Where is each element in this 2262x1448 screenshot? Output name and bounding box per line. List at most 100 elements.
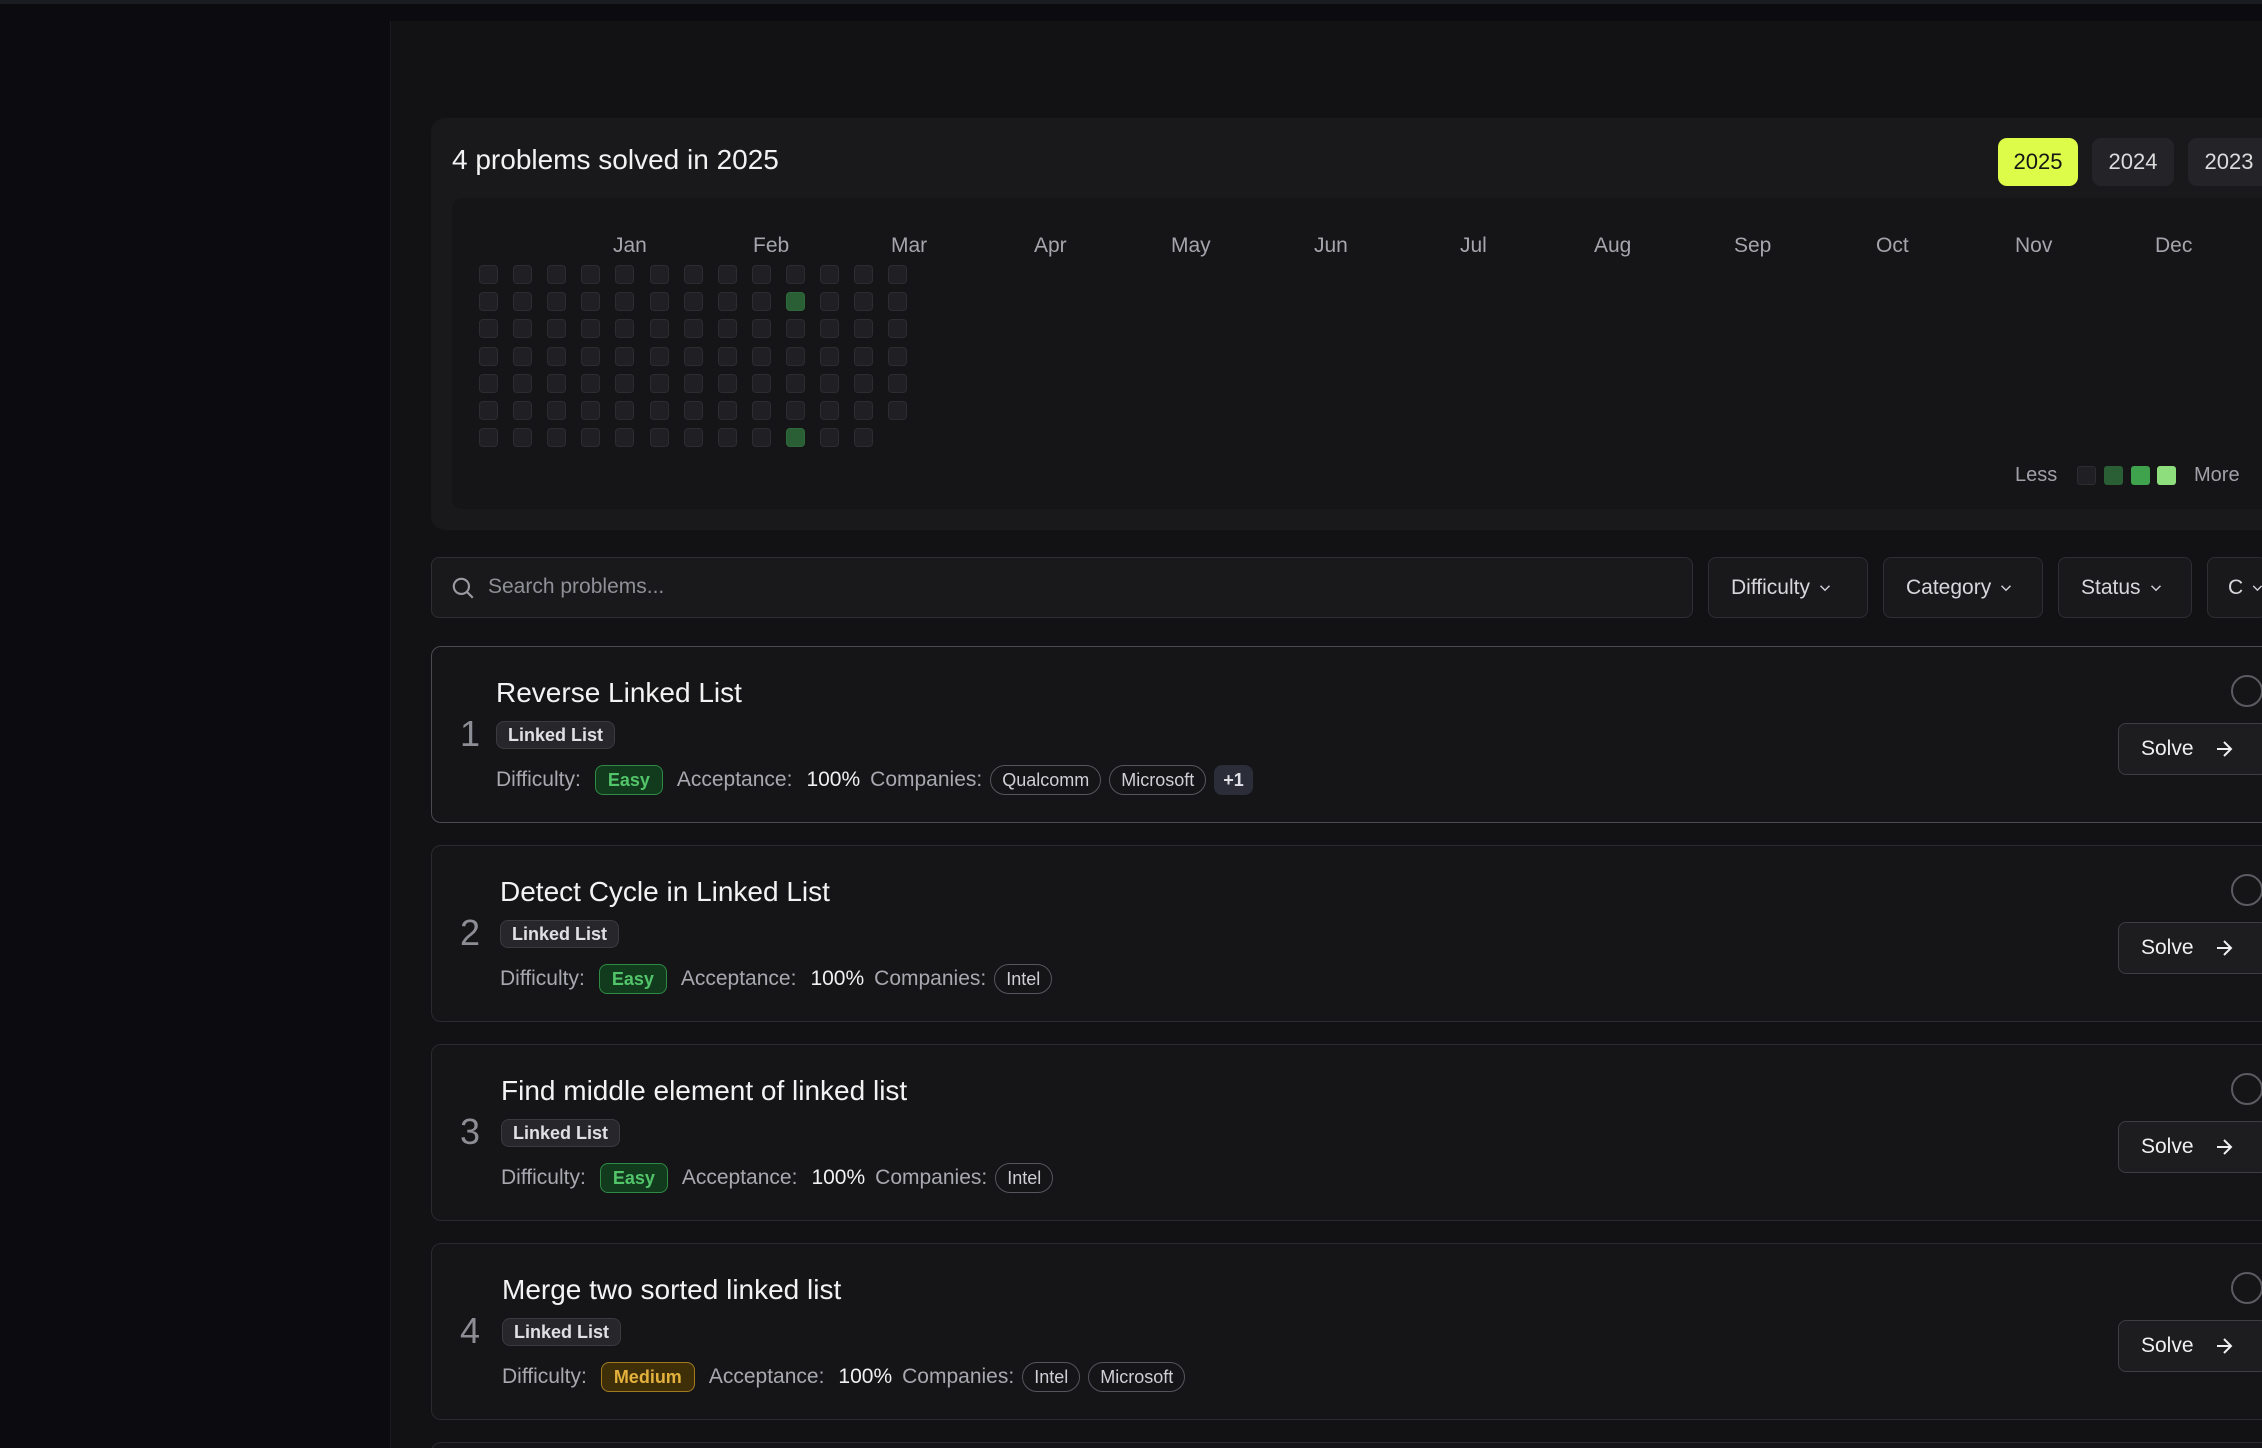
heatmap-day-cell[interactable] — [649, 319, 669, 339]
heatmap-day-cell[interactable] — [649, 401, 669, 420]
heatmap-day-cell[interactable] — [820, 346, 839, 366]
problem-title[interactable]: Reverse Linked List — [496, 677, 742, 709]
heatmap-day-cell[interactable] — [751, 401, 771, 420]
heatmap-day-cell[interactable] — [717, 346, 737, 366]
heatmap-day-cell[interactable] — [888, 319, 908, 339]
heatmap-day-cell[interactable] — [717, 428, 737, 448]
heatmap-day-cell[interactable] — [615, 319, 635, 339]
heatmap-day-cell[interactable] — [785, 292, 805, 312]
problem-card[interactable]: 4 Merge two sorted linked list Linked Li… — [431, 1243, 2262, 1420]
heatmap-day-cell[interactable] — [717, 373, 737, 393]
heatmap-day-cell[interactable] — [547, 265, 567, 284]
heatmap-day-cell[interactable] — [615, 401, 635, 420]
heatmap-day-cell[interactable] — [820, 319, 839, 339]
heatmap-day-cell[interactable] — [888, 292, 908, 312]
heatmap-day-cell[interactable] — [820, 292, 839, 312]
solve-button[interactable]: Solve — [2118, 922, 2262, 974]
heatmap-day-cell[interactable] — [479, 265, 498, 284]
heatmap-day-cell[interactable] — [888, 373, 908, 393]
heatmap-day-cell[interactable] — [581, 346, 601, 366]
heatmap-day-cell[interactable] — [854, 428, 874, 448]
heatmap-day-cell[interactable] — [479, 373, 498, 393]
heatmap-day-cell[interactable] — [751, 346, 771, 366]
heatmap-day-cell[interactable] — [649, 292, 669, 312]
heatmap-day-cell[interactable] — [854, 373, 874, 393]
heatmap-day-cell[interactable] — [820, 428, 839, 448]
heatmap-day-cell[interactable] — [888, 401, 908, 420]
heatmap-day-cell[interactable] — [547, 346, 567, 366]
heatmap-day-cell[interactable] — [513, 346, 533, 366]
heatmap-day-cell[interactable] — [615, 265, 635, 284]
heatmap-day-cell[interactable] — [479, 401, 498, 420]
status-filter[interactable]: Status — [2058, 557, 2192, 618]
solve-button[interactable]: Solve — [2118, 723, 2262, 775]
heatmap-day-cell[interactable] — [513, 401, 533, 420]
heatmap-day-cell[interactable] — [717, 265, 737, 284]
heatmap-day-cell[interactable] — [854, 319, 874, 339]
heatmap-day-cell[interactable] — [649, 428, 669, 448]
heatmap-day-cell[interactable] — [785, 401, 805, 420]
heatmap-day-cell[interactable] — [785, 346, 805, 366]
heatmap-day-cell[interactable] — [717, 292, 737, 312]
solve-button[interactable]: Solve — [2118, 1121, 2262, 1173]
year-button-2023[interactable]: 2023 — [2188, 138, 2262, 186]
heatmap-day-cell[interactable] — [751, 319, 771, 339]
status-circle-icon[interactable] — [2231, 675, 2262, 707]
heatmap-day-cell[interactable] — [785, 373, 805, 393]
heatmap-day-cell[interactable] — [479, 292, 498, 312]
heatmap-day-cell[interactable] — [854, 292, 874, 312]
problem-card[interactable]: 2 Detect Cycle in Linked List Linked Lis… — [431, 845, 2262, 1022]
heatmap-day-cell[interactable] — [513, 292, 533, 312]
problem-card[interactable]: 3 Find middle element of linked list Lin… — [431, 1044, 2262, 1221]
heatmap-day-cell[interactable] — [888, 346, 908, 366]
heatmap-day-cell[interactable] — [547, 292, 567, 312]
heatmap-day-cell[interactable] — [513, 428, 533, 448]
heatmap-day-cell[interactable] — [820, 373, 839, 393]
year-button-2024[interactable]: 2024 — [2092, 138, 2174, 186]
heatmap-day-cell[interactable] — [649, 346, 669, 366]
heatmap-day-cell[interactable] — [547, 373, 567, 393]
heatmap-day-cell[interactable] — [683, 428, 703, 448]
heatmap-day-cell[interactable] — [785, 428, 805, 448]
heatmap-day-cell[interactable] — [820, 401, 839, 420]
problem-card[interactable]: 1 Reverse Linked List Linked List Diffic… — [431, 646, 2262, 823]
solve-button[interactable]: Solve — [2118, 1320, 2262, 1372]
heatmap-day-cell[interactable] — [820, 265, 839, 284]
problem-title[interactable]: Find middle element of linked list — [501, 1075, 907, 1107]
heatmap-day-cell[interactable] — [547, 319, 567, 339]
category-filter[interactable]: Category — [1883, 557, 2043, 618]
heatmap-day-cell[interactable] — [547, 428, 567, 448]
heatmap-day-cell[interactable] — [683, 373, 703, 393]
heatmap-day-cell[interactable] — [513, 373, 533, 393]
heatmap-day-cell[interactable] — [683, 292, 703, 312]
heatmap-day-cell[interactable] — [751, 292, 771, 312]
status-circle-icon[interactable] — [2231, 1073, 2262, 1105]
heatmap-day-cell[interactable] — [615, 346, 635, 366]
heatmap-day-cell[interactable] — [581, 373, 601, 393]
status-circle-icon[interactable] — [2231, 1272, 2262, 1304]
heatmap-day-cell[interactable] — [513, 265, 533, 284]
heatmap-day-cell[interactable] — [649, 373, 669, 393]
heatmap-day-cell[interactable] — [785, 319, 805, 339]
problem-title[interactable]: Detect Cycle in Linked List — [500, 876, 830, 908]
heatmap-day-cell[interactable] — [683, 346, 703, 366]
heatmap-day-cell[interactable] — [615, 428, 635, 448]
heatmap-day-cell[interactable] — [717, 401, 737, 420]
heatmap-day-cell[interactable] — [581, 428, 601, 448]
problem-title[interactable]: Merge two sorted linked list — [502, 1274, 841, 1306]
year-button-2025[interactable]: 2025 — [1998, 138, 2078, 186]
heatmap-day-cell[interactable] — [751, 265, 771, 284]
more-companies-badge[interactable]: +1 — [1214, 765, 1253, 795]
heatmap-day-cell[interactable] — [854, 346, 874, 366]
heatmap-day-cell[interactable] — [854, 265, 874, 284]
heatmap-day-cell[interactable] — [683, 319, 703, 339]
heatmap-day-cell[interactable] — [888, 265, 908, 284]
heatmap-day-cell[interactable] — [479, 319, 498, 339]
heatmap-day-cell[interactable] — [581, 319, 601, 339]
companies-filter[interactable]: C — [2207, 557, 2262, 618]
search-input[interactable]: Search problems... — [431, 557, 1693, 618]
heatmap-day-cell[interactable] — [581, 401, 601, 420]
heatmap-day-cell[interactable] — [717, 319, 737, 339]
heatmap-day-cell[interactable] — [615, 292, 635, 312]
heatmap-day-cell[interactable] — [547, 401, 567, 420]
